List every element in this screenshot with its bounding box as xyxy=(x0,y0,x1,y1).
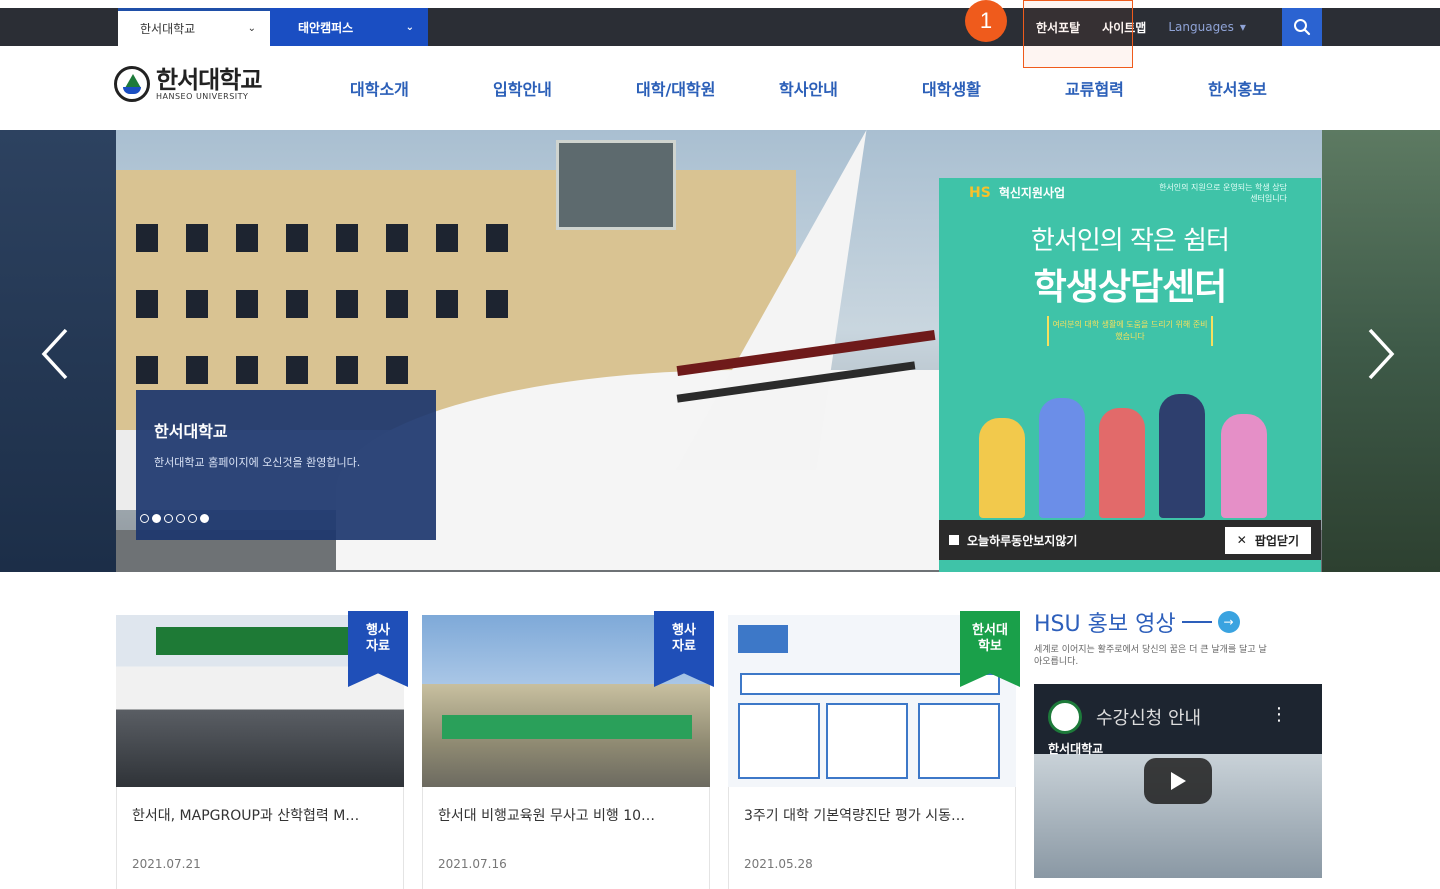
slide-dot[interactable] xyxy=(188,514,197,523)
page: 한서대학교 ⌄ 태안캠퍼스 ⌄ 한서포탈 사이트맵 Languages ▾ 1 xyxy=(0,0,1440,889)
play-icon xyxy=(1171,772,1186,790)
news-card-body xyxy=(422,787,710,889)
campus-select-label: 한서대학교 xyxy=(140,22,196,36)
main-nav: 대학소개 입학안내 대학/대학원 학사안내 대학생활 교류협력 한서홍보 xyxy=(350,76,1351,100)
prev-slide-arrow-icon[interactable] xyxy=(40,326,70,382)
dont-show-today-label: 오늘하루동안보지않기 xyxy=(967,533,1078,548)
notice-popup[interactable]: HS 혁신지원사업 한서인의 지원으로 운영되는 학생 상담 센터입니다 한서인… xyxy=(939,178,1321,572)
news-card[interactable]: 한서대 학보 3주기 대학 기본역량진단 평가 시동… 2021.05.28 xyxy=(728,611,1020,889)
chevron-down-icon: ⌄ xyxy=(247,23,256,34)
news-card[interactable]: 행사 자료 한서대, MAPGROUP과 산학협력 M… 2021.07.21 xyxy=(116,611,408,889)
popup-header: HS 혁신지원사업 xyxy=(969,184,1065,201)
news-date: 2021.05.28 xyxy=(744,857,813,871)
control-tower xyxy=(556,140,676,230)
university-logo[interactable]: 한서대학교 HANSEO UNIVERSITY xyxy=(114,65,262,102)
news-date: 2021.07.21 xyxy=(132,857,201,871)
logo-text: 한서대학교 HANSEO UNIVERSITY xyxy=(156,65,262,101)
dont-show-today-checkbox[interactable]: 오늘하루동안보지않기 xyxy=(949,532,1077,549)
video-title: 수강신청 안내 xyxy=(1096,708,1202,729)
hsu-title: HSU 홍보 영상 xyxy=(1034,612,1176,637)
languages-dropdown[interactable]: Languages ▾ xyxy=(1168,20,1246,34)
annotation-marker: 1 xyxy=(965,0,1007,42)
arrow-right-icon[interactable]: → xyxy=(1217,611,1240,633)
annotation-highlight-box xyxy=(1023,0,1133,68)
campus2-select[interactable]: 태안캠퍼스 ⌄ xyxy=(270,8,428,46)
university-emblem-icon xyxy=(114,66,150,102)
nav-item-pr[interactable]: 한서홍보 xyxy=(1208,76,1351,100)
languages-label: Languages xyxy=(1168,20,1234,34)
hsu-title-row: HSU 홍보 영상 → xyxy=(1034,606,1324,638)
logo-eng: HANSEO UNIVERSITY xyxy=(156,91,249,101)
slide-dot[interactable] xyxy=(200,514,209,523)
popup-headline: 한서인의 작은 쉼터 xyxy=(1031,226,1230,256)
popup-header-label: 혁신지원사업 xyxy=(998,186,1066,200)
logo-kor: 한서대학교 xyxy=(156,65,262,94)
slide-dot-active[interactable] xyxy=(152,514,161,523)
hero-caption-subtitle: 한서대학교 홈페이지에 오신것을 환영합니다. xyxy=(154,456,361,469)
slide-dot[interactable] xyxy=(176,514,185,523)
slide-pagination xyxy=(140,514,209,523)
popup-footer: 오늘하루동안보지않기 ✕ 팝업닫기 xyxy=(939,520,1321,560)
news-title[interactable]: 한서대 비행교육원 무사고 비행 10… xyxy=(438,805,700,825)
popup-tagline: 여러분의 대학 생활에 도움을 드리기 위해 준비했습니다 xyxy=(1047,316,1213,346)
news-card-body xyxy=(728,787,1016,889)
nav-item-admission[interactable]: 입학안내 xyxy=(493,76,636,100)
header: 한서대학교 HANSEO UNIVERSITY 대학소개 입학안내 대학/대학원… xyxy=(0,46,1440,130)
checkbox-box xyxy=(949,535,959,545)
hero-slider: 한서대학교 한서대학교 홈페이지에 오신것을 환영합니다. HS 혁신지원사업 … xyxy=(0,130,1440,572)
campus2-select-label: 태안캠퍼스 xyxy=(298,20,354,35)
play-button[interactable] xyxy=(1144,758,1212,804)
caret-icon: ▾ xyxy=(1239,20,1246,34)
popup-header-right: 한서인의 지원으로 운영되는 학생 상담 센터입니다 xyxy=(1159,183,1287,203)
nav-item-academic[interactable]: 학사안내 xyxy=(779,76,922,100)
nav-item-about[interactable]: 대학소개 xyxy=(350,76,493,100)
nav-item-campus-life[interactable]: 대학생활 xyxy=(922,76,1065,100)
slide-dot[interactable] xyxy=(140,514,149,523)
hsu-title-line xyxy=(1181,621,1212,623)
search-button[interactable] xyxy=(1282,8,1322,46)
close-icon: ✕ xyxy=(1236,533,1247,547)
students-illustration xyxy=(959,378,1299,518)
search-icon xyxy=(1294,19,1311,36)
campus-select[interactable]: 한서대학교 ⌄ xyxy=(118,8,270,46)
news-title[interactable]: 한서대, MAPGROUP과 산학협력 M… xyxy=(132,805,394,825)
popup-header-logo: HS xyxy=(969,184,991,201)
popup-title: 학생상담센터 xyxy=(1033,267,1228,308)
top-bar: 한서대학교 ⌄ 태안캠퍼스 ⌄ 한서포탈 사이트맵 Languages ▾ xyxy=(0,8,1440,46)
popup-close-label: 팝업닫기 xyxy=(1254,533,1299,548)
slide-dot[interactable] xyxy=(164,514,173,523)
chevron-down-icon: ⌄ xyxy=(405,21,414,33)
channel-logo-icon xyxy=(1048,700,1082,734)
nav-item-graduate[interactable]: 대학/대학원 xyxy=(636,76,779,100)
more-options-icon[interactable]: ⋮ xyxy=(1270,704,1288,725)
nav-item-exchange[interactable]: 교류협력 xyxy=(1065,76,1208,100)
news-date: 2021.07.16 xyxy=(438,857,507,871)
next-slide-arrow-icon[interactable] xyxy=(1366,326,1396,382)
news-card-body xyxy=(116,787,404,889)
popup-close-button[interactable]: ✕ 팝업닫기 xyxy=(1224,526,1311,554)
hsu-subtitle: 세계로 이어지는 활주로에서 당신의 꿈은 더 큰 날개를 달고 날아오릅니다. xyxy=(1034,645,1267,667)
promo-video-player[interactable]: 수강신청 안내 ⋮ 한서대학교 xyxy=(1034,684,1322,878)
hero-caption-title: 한서대학교 xyxy=(154,422,228,441)
video-logo-text: 한서대학교 xyxy=(1048,742,1104,756)
hsu-promo-section: HSU 홍보 영상 → 세계로 이어지는 활주로에서 당신의 꿈은 더 큰 날개… xyxy=(1034,606,1324,668)
news-title[interactable]: 3주기 대학 기본역량진단 평가 시동… xyxy=(744,805,1006,825)
news-card[interactable]: 행사 자료 한서대 비행교육원 무사고 비행 10… 2021.07.16 xyxy=(422,611,714,889)
